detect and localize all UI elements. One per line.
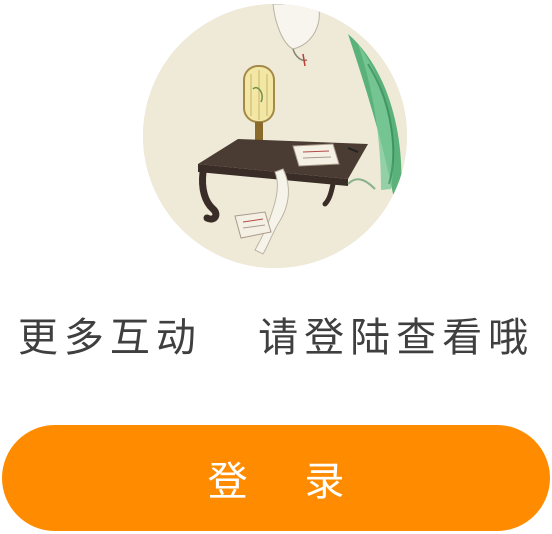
login-prompt-page: 更多互动 请登陆查看哦 登 录 <box>0 0 552 534</box>
lantern-desk-illustration <box>143 4 407 268</box>
illustration-art <box>143 4 407 268</box>
login-prompt-text: 更多互动 请登陆查看哦 <box>17 315 535 361</box>
login-button[interactable]: 登 录 <box>2 425 550 531</box>
